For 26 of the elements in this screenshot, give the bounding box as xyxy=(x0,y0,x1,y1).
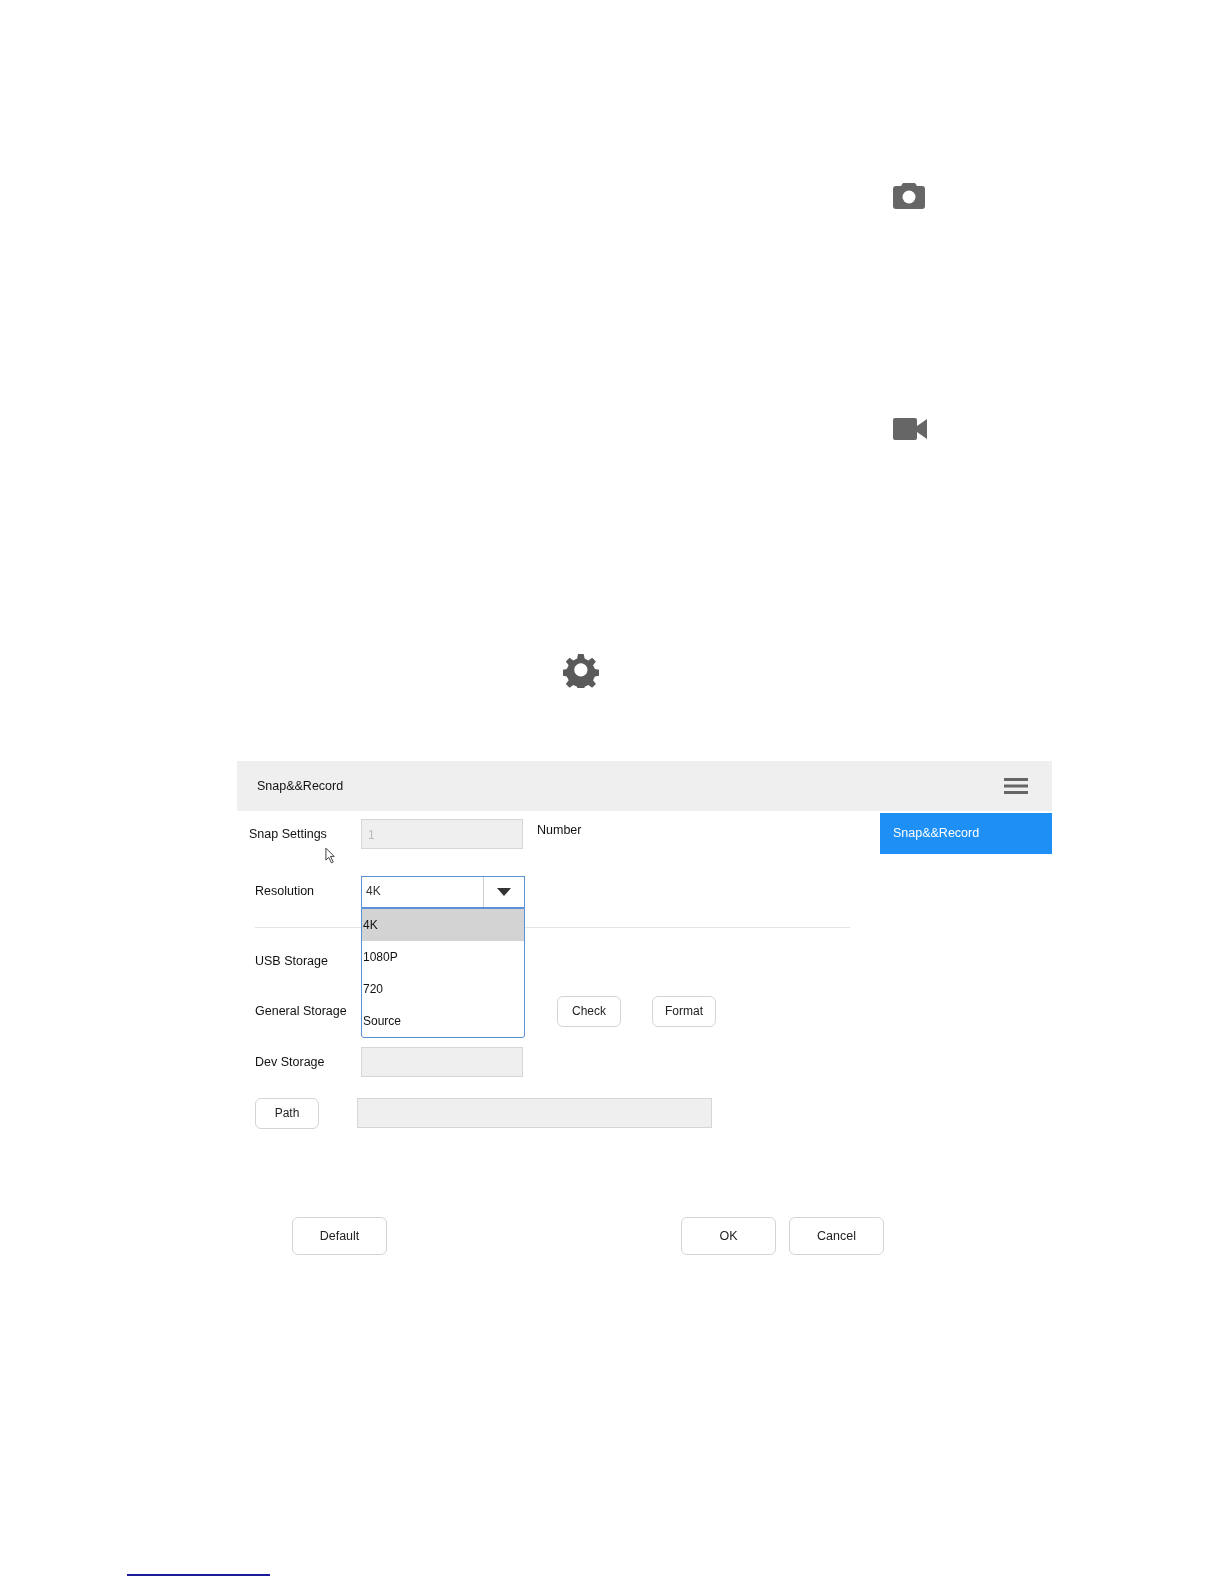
storage-field[interactable] xyxy=(361,1047,523,1077)
dropdown-option[interactable]: 1080P xyxy=(362,941,524,973)
dropdown-option[interactable]: 720 xyxy=(362,973,524,1005)
menu-icon[interactable] xyxy=(1004,777,1028,795)
field-label: Resolution xyxy=(255,883,316,900)
caret-icon xyxy=(497,888,511,896)
path-field[interactable] xyxy=(357,1098,712,1128)
dialog-button[interactable]: Cancel xyxy=(789,1217,884,1255)
settings-icon xyxy=(563,652,599,688)
unit-label: Number xyxy=(537,823,582,837)
camera-icon xyxy=(893,181,925,209)
dropdown-option[interactable]: 4K xyxy=(362,909,524,941)
path-button[interactable]: Path xyxy=(255,1097,319,1129)
resolution-dropdown[interactable]: 4K xyxy=(361,876,525,908)
video-camera-icon xyxy=(893,418,927,440)
dropdown-option[interactable]: Source xyxy=(362,1005,524,1037)
field-label: USB Storage xyxy=(255,954,329,968)
field-label: Snap Settings xyxy=(249,827,328,841)
field-label: Dev Storage xyxy=(255,1055,326,1069)
field-label: General Storage xyxy=(255,1004,348,1018)
storage-button[interactable]: Check xyxy=(557,995,621,1027)
mouse-pointer-icon xyxy=(325,847,336,864)
dialog-button[interactable]: OK xyxy=(681,1217,776,1255)
storage-button[interactable]: Format xyxy=(652,995,716,1027)
dialog-title: Snap&&Record xyxy=(257,779,344,793)
default-button[interactable]: Default xyxy=(292,1217,387,1255)
